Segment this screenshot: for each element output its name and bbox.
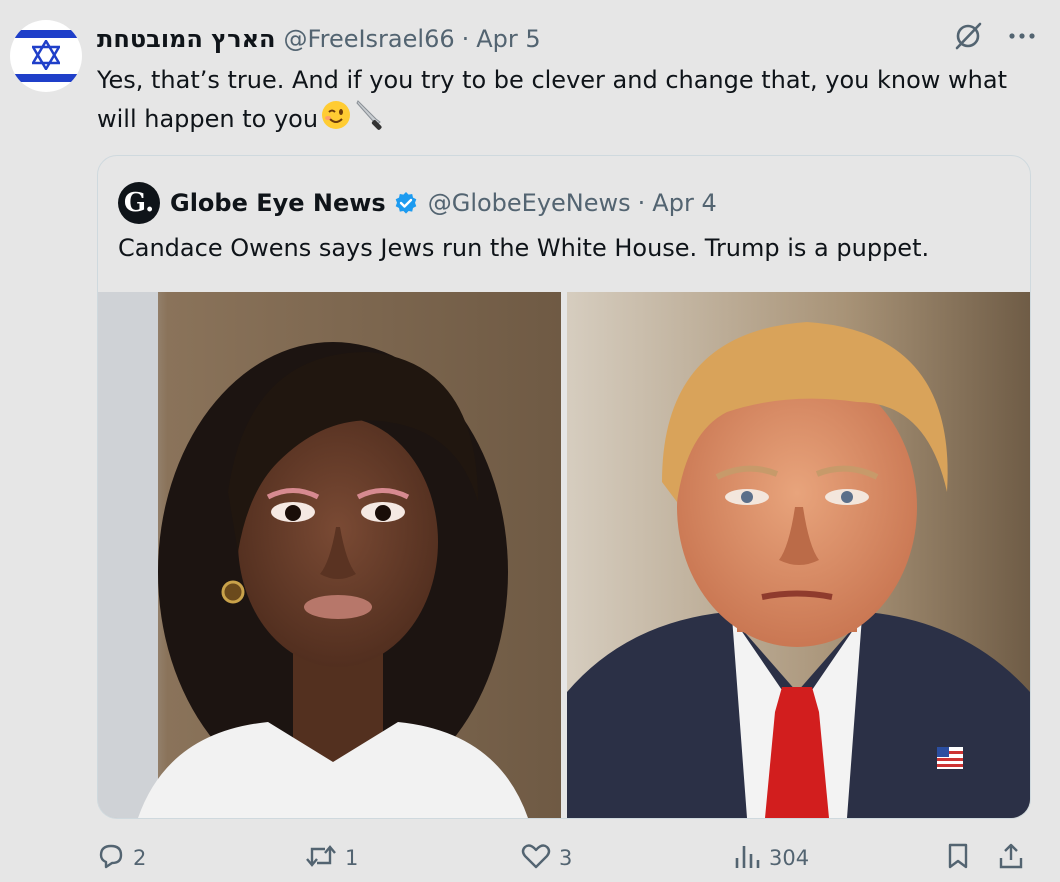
separator-dot: · <box>461 25 470 53</box>
header-icons <box>953 22 1037 56</box>
heart-icon <box>521 842 551 875</box>
analytics-icon <box>733 842 761 875</box>
bookmark-button[interactable] <box>945 838 971 878</box>
like-count: 3 <box>559 846 573 870</box>
share-icon <box>997 842 1025 875</box>
quote-text: Candace Owens says Jews run the White Ho… <box>118 234 930 262</box>
quote-author-handle[interactable]: @GlobeEyeNews <box>428 189 631 217</box>
grok-icon[interactable] <box>953 21 983 57</box>
photo-portrait-woman[interactable] <box>98 292 561 818</box>
quote-avatar[interactable]: G. <box>118 182 160 224</box>
author-avatar[interactable] <box>10 20 82 92</box>
quoted-tweet[interactable]: G. Globe Eye News @GlobeEyeNews · Apr 4 … <box>97 155 1031 819</box>
separator-dot: · <box>637 189 646 217</box>
flag-stripe-top <box>10 30 82 38</box>
quote-header: G. Globe Eye News @GlobeEyeNews · Apr 4 <box>118 182 717 224</box>
photo-portrait-man[interactable] <box>567 292 1030 818</box>
flag-stripe-bottom <box>10 74 82 82</box>
share-button[interactable] <box>997 838 1025 878</box>
tweet-header: הארץ המובטחת @FreeIsrael66 · Apr 5 <box>97 22 1037 56</box>
tweet-text-body: Yes, that’s true. And if you try to be c… <box>97 66 1007 133</box>
views-button[interactable]: 304 <box>733 838 809 878</box>
repost-button[interactable]: 1 <box>305 838 358 878</box>
more-options-icon[interactable] <box>1007 21 1037 57</box>
reply-button[interactable]: 2 <box>97 838 146 878</box>
star-of-david-icon <box>32 40 60 70</box>
tweet-actions: 2 1 3 304 <box>97 838 1029 878</box>
bookmark-icon <box>945 842 971 875</box>
reply-count: 2 <box>133 846 147 870</box>
like-button[interactable]: 3 <box>521 838 572 878</box>
author-handle[interactable]: @FreeIsrael66 <box>284 25 455 53</box>
knife-icon <box>354 98 388 142</box>
quote-author-name[interactable]: Globe Eye News <box>170 189 386 217</box>
view-count: 304 <box>769 846 810 870</box>
tweet-text: Yes, that’s true. And if you try to be c… <box>97 62 1037 142</box>
verified-badge-icon <box>394 191 418 215</box>
repost-count: 1 <box>345 846 359 870</box>
winking-face-icon <box>320 99 352 141</box>
author-name[interactable]: הארץ המובטחת <box>97 25 276 53</box>
quote-date[interactable]: Apr 4 <box>652 189 716 217</box>
repost-icon <box>305 842 337 875</box>
reply-icon <box>97 842 125 875</box>
quote-media <box>98 292 1030 818</box>
tweet-date[interactable]: Apr 5 <box>476 25 540 53</box>
